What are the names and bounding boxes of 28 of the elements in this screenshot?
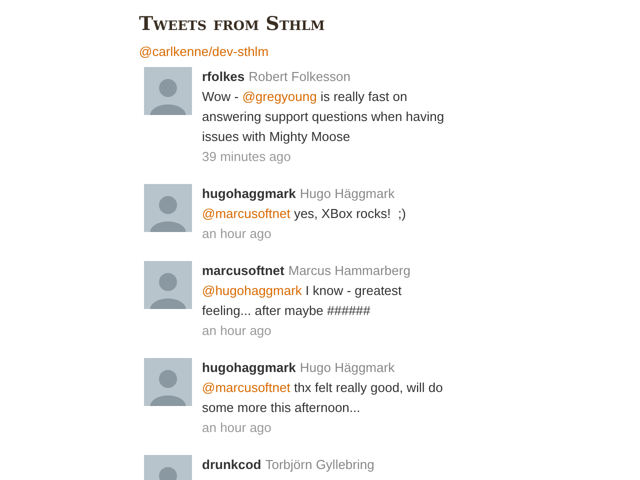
tweet-text: @marcusoftnet thx felt really good, will do some more this afternoon... [202, 379, 444, 417]
avatar-placeholder [144, 261, 192, 309]
full-name: Hugo Häggmark [300, 359, 395, 377]
username[interactable]: rfolkes [202, 67, 245, 87]
full-name: Robert Folkesson [248, 68, 351, 86]
mention-link[interactable]: @marcusoftnet [202, 380, 290, 395]
timestamp[interactable]: 39 minutes ago [202, 147, 452, 167]
tweet-text: Wow - @gregyoung is really fast on answering support questions when having issues with Mighty Moose [202, 88, 446, 146]
username[interactable]: hugohaggmark [202, 358, 296, 378]
avatar-placeholder [144, 358, 192, 406]
mention-link[interactable]: @gregyoung [242, 89, 317, 104]
tweet-text: @marcusoftnet yes, XBox rocks! ;) [202, 205, 407, 223]
username[interactable]: drunkcod [202, 455, 262, 475]
tweet-text: @hugohaggmark I know - greatest feeling... after maybe ###### [202, 282, 403, 320]
avatar-placeholder [144, 184, 192, 232]
username[interactable]: marcusoftnet [202, 261, 284, 281]
avatar-placeholder [144, 67, 192, 115]
full-name: Torbjörn Gyllebring [265, 456, 374, 474]
list-link[interactable]: @carlkenne/dev-sthlm [139, 43, 640, 61]
widget-title: Tweets from Sthlm [139, 12, 326, 36]
mention-link[interactable]: @hugohaggmark [202, 283, 302, 298]
timestamp[interactable]: an hour ago [202, 321, 452, 341]
mention-link[interactable]: @marcusoftnet [202, 206, 290, 221]
full-name: Hugo Häggmark [300, 185, 395, 203]
timestamp[interactable]: an hour ago [202, 418, 452, 438]
timestamp[interactable]: an hour ago [202, 224, 452, 244]
full-name: Marcus Hammarberg [288, 262, 410, 280]
username[interactable]: hugohaggmark [202, 184, 296, 204]
